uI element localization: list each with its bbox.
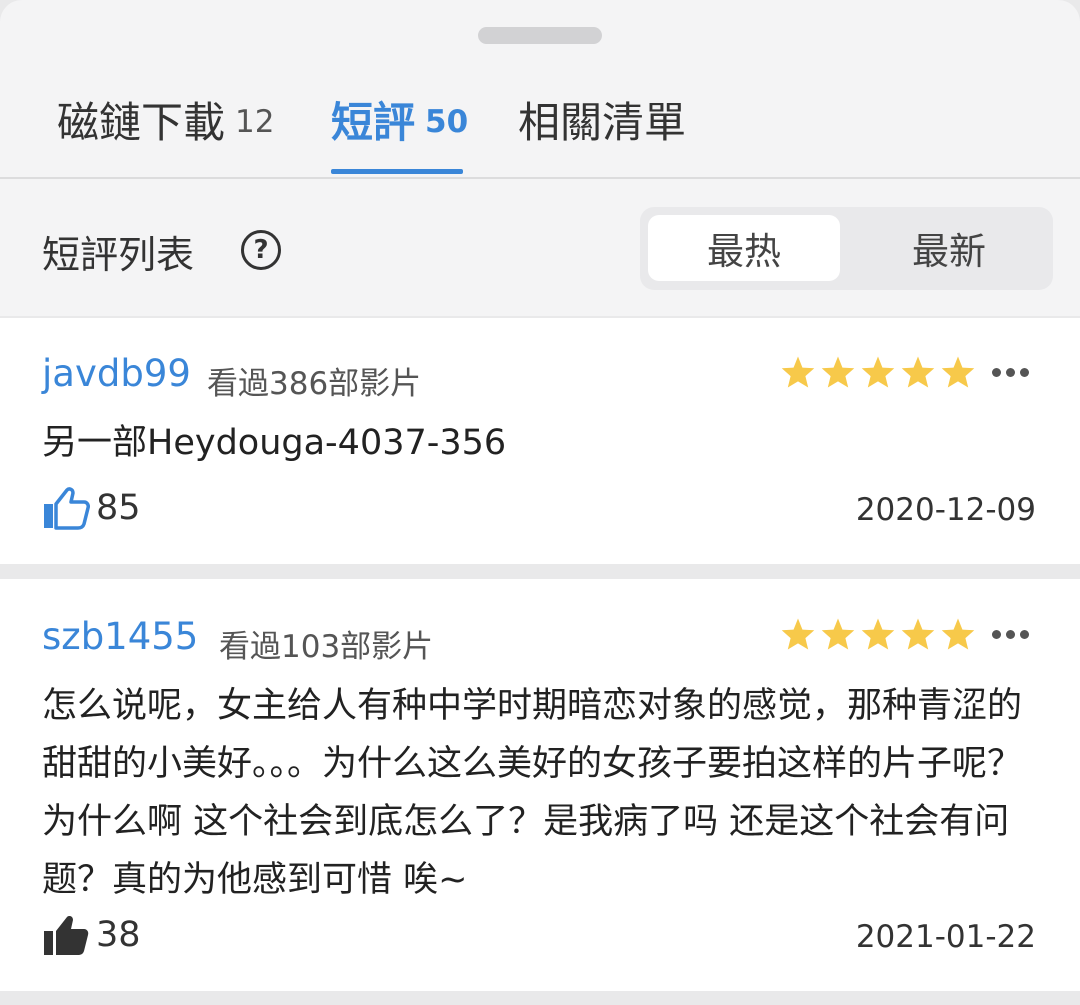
star-rating <box>780 355 976 389</box>
drag-handle[interactable] <box>478 27 602 44</box>
like-count: 85 <box>96 488 141 528</box>
star-icon <box>781 618 815 650</box>
star-rating <box>780 617 976 651</box>
tab-label: 磁鏈下載 <box>57 97 226 147</box>
star-icon <box>861 356 895 388</box>
tab-count: 50 <box>425 104 469 140</box>
more-options-icon[interactable] <box>992 630 1029 639</box>
like-button[interactable]: 85 <box>42 486 141 530</box>
like-button[interactable]: 38 <box>42 913 141 957</box>
tab-magnet-download[interactable]: 磁鏈下載 12 <box>57 60 274 178</box>
section-title: 短評列表 <box>42 233 195 277</box>
star-icon <box>821 356 855 388</box>
tab-count: 12 <box>235 104 275 140</box>
thumbs-up-icon <box>44 487 90 530</box>
more-options-icon[interactable] <box>992 368 1029 377</box>
divider <box>0 177 1080 179</box>
review-watched-count: 看過386部影片 <box>207 366 422 402</box>
review-content: 另一部Heydouga-4037-356 <box>42 423 507 463</box>
tab-bar: 磁鏈下載 12 短評 50 相關清單 <box>0 60 1080 178</box>
review-content: 怎么说呢，女主给人有种中学时期暗恋对象的感觉，那种青涩的甜甜的小美好。。。为什么… <box>42 686 1023 900</box>
tab-label: 短評 <box>331 97 416 147</box>
tab-short-reviews[interactable]: 短評 50 <box>331 60 468 178</box>
active-tab-indicator <box>331 169 463 174</box>
question-circle-icon[interactable]: ? <box>241 230 281 270</box>
thumbs-up-icon <box>44 916 89 955</box>
review-date: 2020-12-09 <box>855 492 1036 528</box>
review-watched-count: 看過103部影片 <box>219 629 434 665</box>
review-card: szb1455 看過103部影片 怎么说呢，女主给人有种中学时期暗恋对象的感觉，… <box>0 579 1080 991</box>
star-icon <box>941 618 975 650</box>
star-icon <box>781 356 815 388</box>
sort-newest-button[interactable]: 最新 <box>853 215 1045 281</box>
review-username[interactable]: szb1455 <box>42 615 198 658</box>
star-icon <box>901 618 935 650</box>
tab-label: 相關清單 <box>518 97 687 147</box>
star-icon <box>901 356 935 388</box>
like-count: 38 <box>96 915 141 955</box>
star-icon <box>821 618 855 650</box>
tab-related-lists[interactable]: 相關清單 <box>518 60 686 178</box>
review-card: javdb99 看過386部影片 另一部Heydouga-4037-356 85… <box>0 318 1080 564</box>
sort-hottest-button[interactable]: 最热 <box>648 215 840 281</box>
review-date: 2021-01-22 <box>855 919 1036 955</box>
star-icon <box>861 618 895 650</box>
star-icon <box>941 356 975 388</box>
sort-toggle: 最热 最新 <box>640 207 1053 290</box>
review-username[interactable]: javdb99 <box>42 352 191 395</box>
